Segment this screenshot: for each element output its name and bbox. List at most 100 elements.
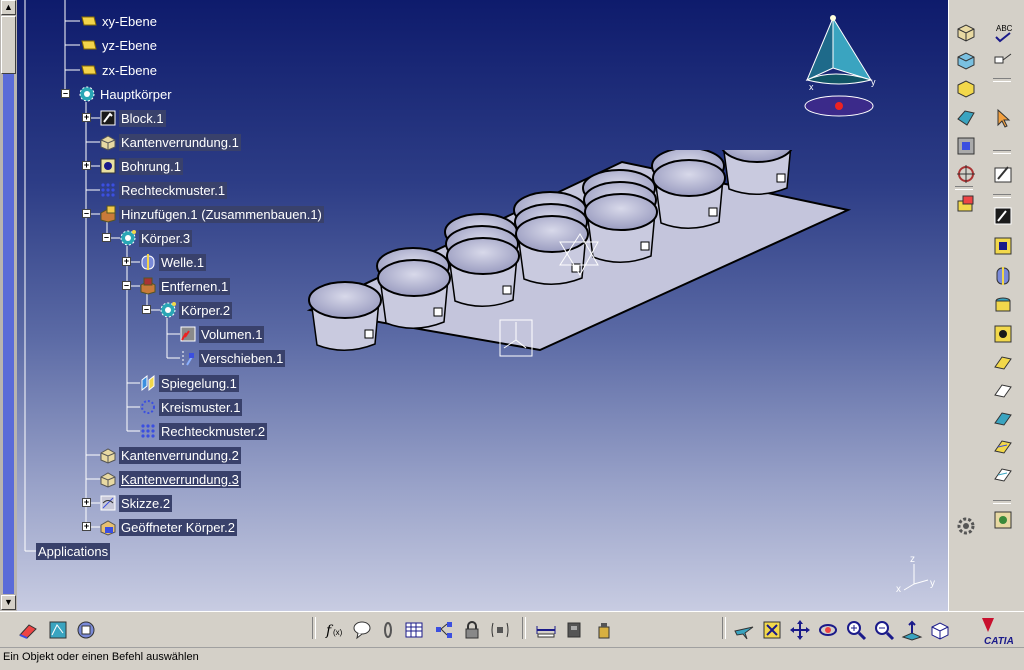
tree-item-skizze[interactable]: Skizze.2 [99, 494, 173, 512]
compass-icon[interactable]: x y [795, 10, 885, 120]
tree-item-verschieben[interactable]: Verschieben.1 [179, 349, 286, 367]
pad-tool-icon[interactable] [954, 20, 978, 44]
tree-item-hinzufuegen[interactable]: Hinzufügen.1 (Zusammenbauen.1) [99, 205, 324, 223]
cup-slot [640, 241, 650, 251]
table-icon[interactable] [402, 618, 426, 642]
cylinder-tool-icon[interactable] [991, 294, 1015, 318]
tree-item-rechteckmuster-2[interactable]: Rechteckmuster.2 [139, 422, 268, 440]
fly-mode-icon[interactable] [732, 618, 756, 642]
expand-toggle-welle[interactable]: + [122, 257, 131, 266]
edge-fillet-icon [99, 470, 117, 488]
zoom-in-icon[interactable] [844, 618, 868, 642]
hole-sketch-icon[interactable] [991, 322, 1015, 346]
comment-icon[interactable] [350, 618, 374, 642]
tree-item-welle[interactable]: Welle.1 [139, 253, 207, 271]
tree-item-label: Skizze.2 [119, 494, 173, 512]
expand-toggle-skizze[interactable]: + [82, 498, 91, 507]
tree-item-rechteckmuster-1[interactable]: Rechteckmuster.1 [99, 181, 228, 199]
collapse-toggle-hinzufuegen[interactable]: – [82, 209, 91, 218]
collapse-toggle-koerper2[interactable]: – [142, 305, 151, 314]
tree-item-entfernen[interactable]: Entfernen.1 [139, 277, 231, 295]
scroll-thumb[interactable] [1, 16, 16, 74]
zoom-out-icon[interactable] [872, 618, 896, 642]
cup-rim [652, 159, 726, 197]
pocket-tool-icon[interactable] [954, 48, 978, 72]
plane-icon [80, 12, 98, 30]
tree-item-xy-plane[interactable]: xy-Ebene [80, 12, 159, 30]
tree-item-block[interactable]: Block.1 [99, 109, 166, 127]
collapse-toggle-hauptkoerper[interactable]: – [61, 89, 70, 98]
parameters-icon[interactable] [488, 618, 512, 642]
lock-icon[interactable] [460, 618, 484, 642]
tree-item-kreismuster[interactable]: Kreismuster.1 [139, 398, 243, 416]
view-cube-icon[interactable] [928, 618, 952, 642]
scroll-up-button[interactable]: ▲ [1, 0, 16, 15]
collapse-toggle-koerper3[interactable]: – [102, 233, 111, 242]
expand-toggle-bohrung[interactable]: + [82, 161, 91, 170]
spell-check-icon[interactable]: ABC [991, 20, 1015, 44]
collapse-toggle-entfernen[interactable]: – [122, 281, 131, 290]
pan-icon[interactable] [788, 618, 812, 642]
rect-pattern-icon [139, 422, 157, 440]
scroll-track[interactable] [3, 74, 14, 594]
tree-item-kantenverrundung-2[interactable]: Kantenverrundung.2 [99, 446, 241, 464]
tree-item-kantenverrundung-3[interactable]: Kantenverrundung.3 [99, 470, 241, 488]
shaft-tool-icon[interactable] [954, 76, 978, 100]
mold-design-icon[interactable] [74, 618, 98, 642]
cup-slot [502, 285, 512, 295]
cup-rim [446, 237, 520, 275]
tree-item-hauptkoerper[interactable]: Hauptkörper [78, 85, 174, 103]
3d-model-tray[interactable] [300, 150, 860, 400]
clip-icon[interactable] [376, 618, 400, 642]
tree-item-bohrung[interactable]: Bohrung.1 [99, 157, 183, 175]
shaft-sketch-icon[interactable] [991, 264, 1015, 288]
apply-material-icon[interactable] [592, 618, 616, 642]
part-design-icon[interactable] [16, 618, 40, 642]
remove-loft-icon[interactable] [991, 462, 1015, 486]
tree-item-yz-plane[interactable]: yz-Ebene [80, 36, 159, 54]
formula-icon[interactable]: f (x) [322, 618, 346, 642]
tree-item-label: Rechteckmuster.1 [119, 181, 228, 199]
slot-tool-icon[interactable] [991, 378, 1015, 402]
groove-tool-icon[interactable] [954, 106, 978, 130]
rib-tool-icon[interactable] [991, 350, 1015, 374]
select-arrow-icon[interactable] [991, 106, 1015, 130]
tree-item-spiegelung[interactable]: Spiegelung.1 [139, 374, 239, 392]
tree-item-volumen[interactable]: Volumen.1 [179, 325, 265, 343]
axis-z-label: z [910, 554, 915, 565]
scroll-down-button[interactable]: ▼ [1, 595, 16, 610]
link-tool-icon[interactable] [991, 48, 1015, 72]
measure-icon[interactable] [534, 618, 558, 642]
3d-viewport[interactable]: – + + – – + – – + + xy-Ebene yz-Ebene zx… [0, 0, 948, 611]
cup-rim [584, 193, 658, 231]
remove-icon [139, 277, 157, 295]
tree-item-koerper-2[interactable]: Körper.2 [159, 301, 233, 319]
loft-tool-icon[interactable] [991, 434, 1015, 458]
tree-item-applications[interactable]: Applications [36, 542, 111, 560]
expand-toggle-block[interactable]: + [82, 113, 91, 122]
tree-scrollbar[interactable]: ▲ ▼ [0, 0, 17, 611]
rect-pattern-icon [99, 181, 117, 199]
edge-fillet-icon [99, 133, 117, 151]
pad-sketch-icon[interactable] [991, 204, 1015, 228]
expand-toggle-geoeffneter-koerper[interactable]: + [82, 522, 91, 531]
analysis-tool-icon[interactable] [991, 508, 1015, 532]
target-tool-icon[interactable] [954, 162, 978, 186]
measure-inertia-icon[interactable] [562, 618, 586, 642]
fit-all-icon[interactable] [760, 618, 784, 642]
block-tool-icon[interactable] [954, 192, 978, 216]
normal-view-icon[interactable] [900, 618, 924, 642]
stiffener-tool-icon[interactable] [991, 406, 1015, 430]
tree-item-geoeffneter-koerper[interactable]: Geöffneter Körper.2 [99, 518, 237, 536]
rotate-icon[interactable] [816, 618, 840, 642]
sheet-metal-icon[interactable] [46, 618, 70, 642]
sketch-tool-icon[interactable] [991, 162, 1015, 186]
tree-item-kantenverrundung-1[interactable]: Kantenverrundung.1 [99, 133, 241, 151]
settings-gear-icon[interactable] [954, 514, 978, 538]
tree-item-koerper-3[interactable]: Körper.3 [119, 229, 193, 247]
status-text: Ein Objekt oder einen Befehl auswählen [3, 651, 199, 663]
tree-item-zx-plane[interactable]: zx-Ebene [80, 61, 159, 79]
pocket-sketch-icon[interactable] [991, 234, 1015, 258]
hole-tool-icon[interactable] [954, 134, 978, 158]
relations-icon[interactable] [432, 618, 456, 642]
